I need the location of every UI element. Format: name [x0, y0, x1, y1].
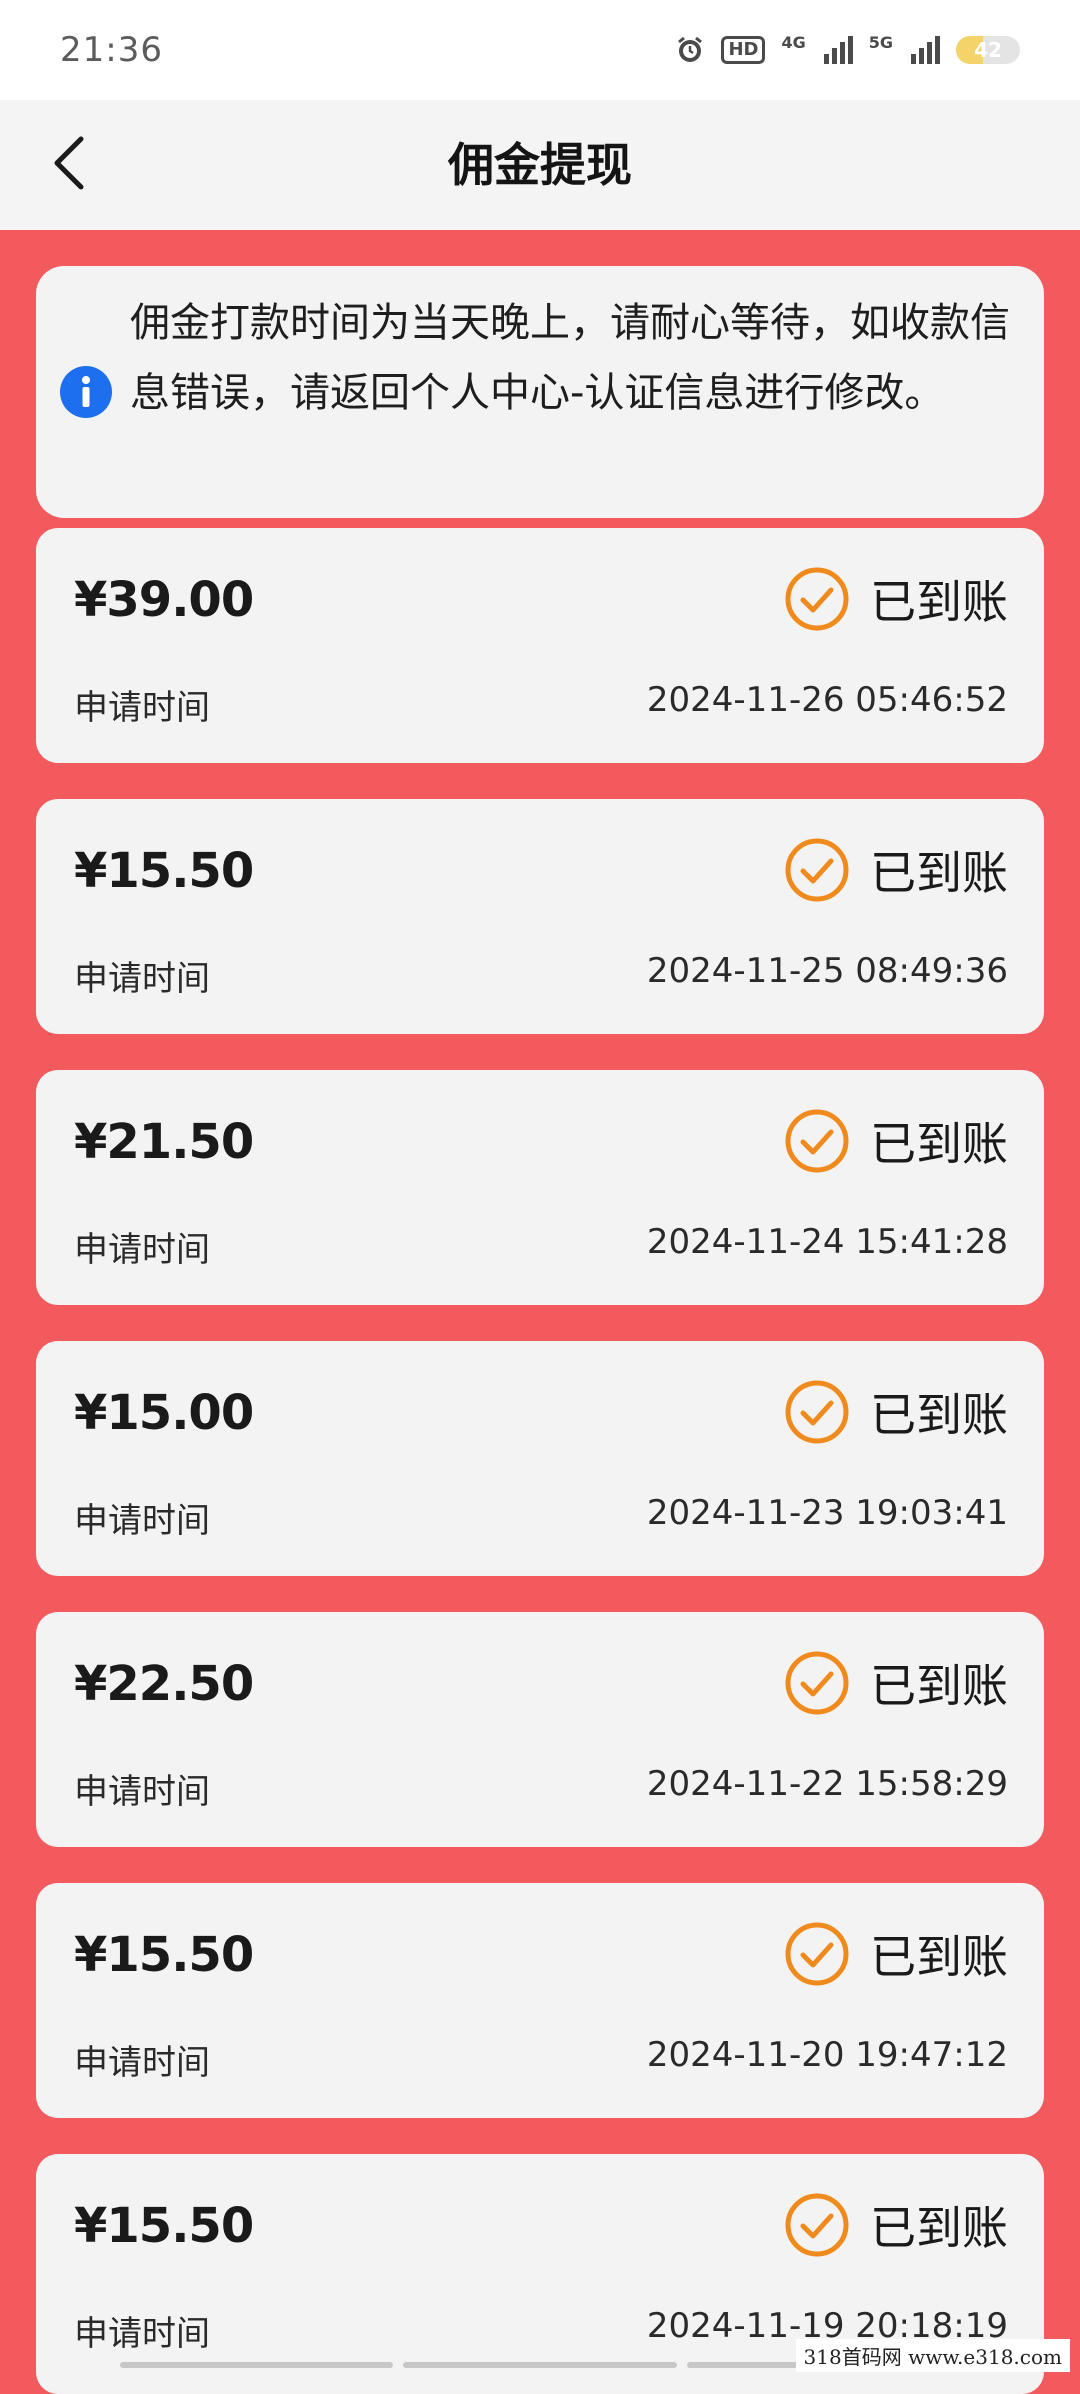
record-time: 2024-11-22 15:58:29	[646, 1764, 1008, 1804]
record-status-text: 已到账	[870, 1117, 1008, 1171]
record-status: 已到账	[784, 837, 1008, 903]
check-circle-icon	[785, 1922, 849, 1986]
record-status: 已到账	[784, 1108, 1008, 1174]
check-circle-icon	[785, 1651, 849, 1715]
record-time-label: 申请时间	[74, 1230, 210, 1270]
record-time: 2024-11-24 15:41:28	[646, 1222, 1008, 1262]
record-status-text: 已到账	[870, 846, 1008, 900]
withdrawal-record[interactable]: ¥15.00 已到账 申请时间 2024-11-23 19:03:41	[36, 1341, 1044, 1576]
record-status-text: 已到账	[870, 2201, 1008, 2255]
record-time: 2024-11-20 19:47:12	[646, 2035, 1008, 2075]
withdrawal-record[interactable]: ¥22.50 已到账 申请时间 2024-11-22 15:58:29	[36, 1612, 1044, 1847]
check-circle-icon	[785, 2193, 849, 2257]
record-amount: ¥15.50	[74, 2198, 254, 2254]
check-circle-icon	[785, 1109, 849, 1173]
battery-level: 42	[974, 38, 1002, 62]
record-amount: ¥15.50	[74, 843, 254, 899]
status-icons: HD 4G 5G 42	[675, 35, 1020, 65]
record-time: 2024-11-25 08:49:36	[646, 951, 1008, 991]
check-circle-icon	[785, 1380, 849, 1444]
withdrawal-record[interactable]: ¥21.50 已到账 申请时间 2024-11-24 15:41:28	[36, 1070, 1044, 1305]
hd-icon: HD	[721, 36, 766, 64]
page-title: 佣金提现	[448, 138, 632, 192]
back-arrow-icon	[54, 136, 84, 190]
back-button[interactable]	[34, 128, 104, 198]
record-status-text: 已到账	[870, 1930, 1008, 1984]
notice-text: 佣金打款时间为当天晚上，请耐心等待，如收款信息错误，请返回个人中心-认证信息进行…	[130, 300, 1010, 416]
record-time: 2024-11-26 05:46:52	[646, 680, 1008, 720]
network-5g-label: 5G	[868, 33, 893, 52]
record-time: 2024-11-23 19:03:41	[646, 1493, 1008, 1533]
withdrawal-record[interactable]: ¥15.50 已到账 申请时间 2024-11-25 08:49:36	[36, 799, 1044, 1034]
withdrawal-record[interactable]: ¥15.50 已到账 申请时间 2024-11-20 19:47:12	[36, 1883, 1044, 2118]
status-bar: 21:36 HD 4G 5G 42	[0, 0, 1080, 100]
record-amount: ¥15.50	[74, 1927, 254, 1983]
alarm-icon	[678, 36, 703, 62]
record-time-label: 申请时间	[74, 2314, 210, 2354]
record-status: 已到账	[784, 566, 1008, 632]
record-status-text: 已到账	[870, 575, 1008, 629]
record-time-label: 申请时间	[74, 1501, 210, 1541]
record-status: 已到账	[784, 2192, 1008, 2258]
record-amount: ¥39.00	[74, 572, 254, 628]
record-status-text: 已到账	[870, 1388, 1008, 1442]
check-circle-icon	[785, 567, 849, 631]
record-amount: ¥22.50	[74, 1656, 254, 1712]
status-time: 21:36	[60, 30, 163, 70]
record-time-label: 申请时间	[74, 688, 210, 728]
watermark: 318首码网 www.e318.com	[795, 2339, 1070, 2372]
info-icon	[60, 366, 112, 418]
battery-icon: 42	[956, 36, 1020, 64]
app-header: 佣金提现	[0, 100, 1080, 230]
record-status: 已到账	[784, 1921, 1008, 1987]
record-time-label: 申请时间	[74, 1772, 210, 1812]
check-circle-icon	[785, 838, 849, 902]
record-time-label: 申请时间	[74, 959, 210, 999]
record-status-text: 已到账	[870, 1659, 1008, 1713]
network-4g-label: 4G	[781, 33, 806, 52]
record-status: 已到账	[784, 1379, 1008, 1445]
notice-card: 佣金打款时间为当天晚上，请耐心等待，如收款信息错误，请返回个人中心-认证信息进行…	[36, 266, 1044, 518]
record-amount: ¥15.00	[74, 1385, 254, 1441]
record-amount: ¥21.50	[74, 1114, 254, 1170]
withdrawal-record[interactable]: ¥39.00 已到账 申请时间 2024-11-26 05:46:52	[36, 528, 1044, 763]
record-time-label: 申请时间	[74, 2043, 210, 2083]
signal-icon	[823, 36, 853, 64]
signal-icon-2	[911, 36, 940, 64]
record-status: 已到账	[784, 1650, 1008, 1716]
